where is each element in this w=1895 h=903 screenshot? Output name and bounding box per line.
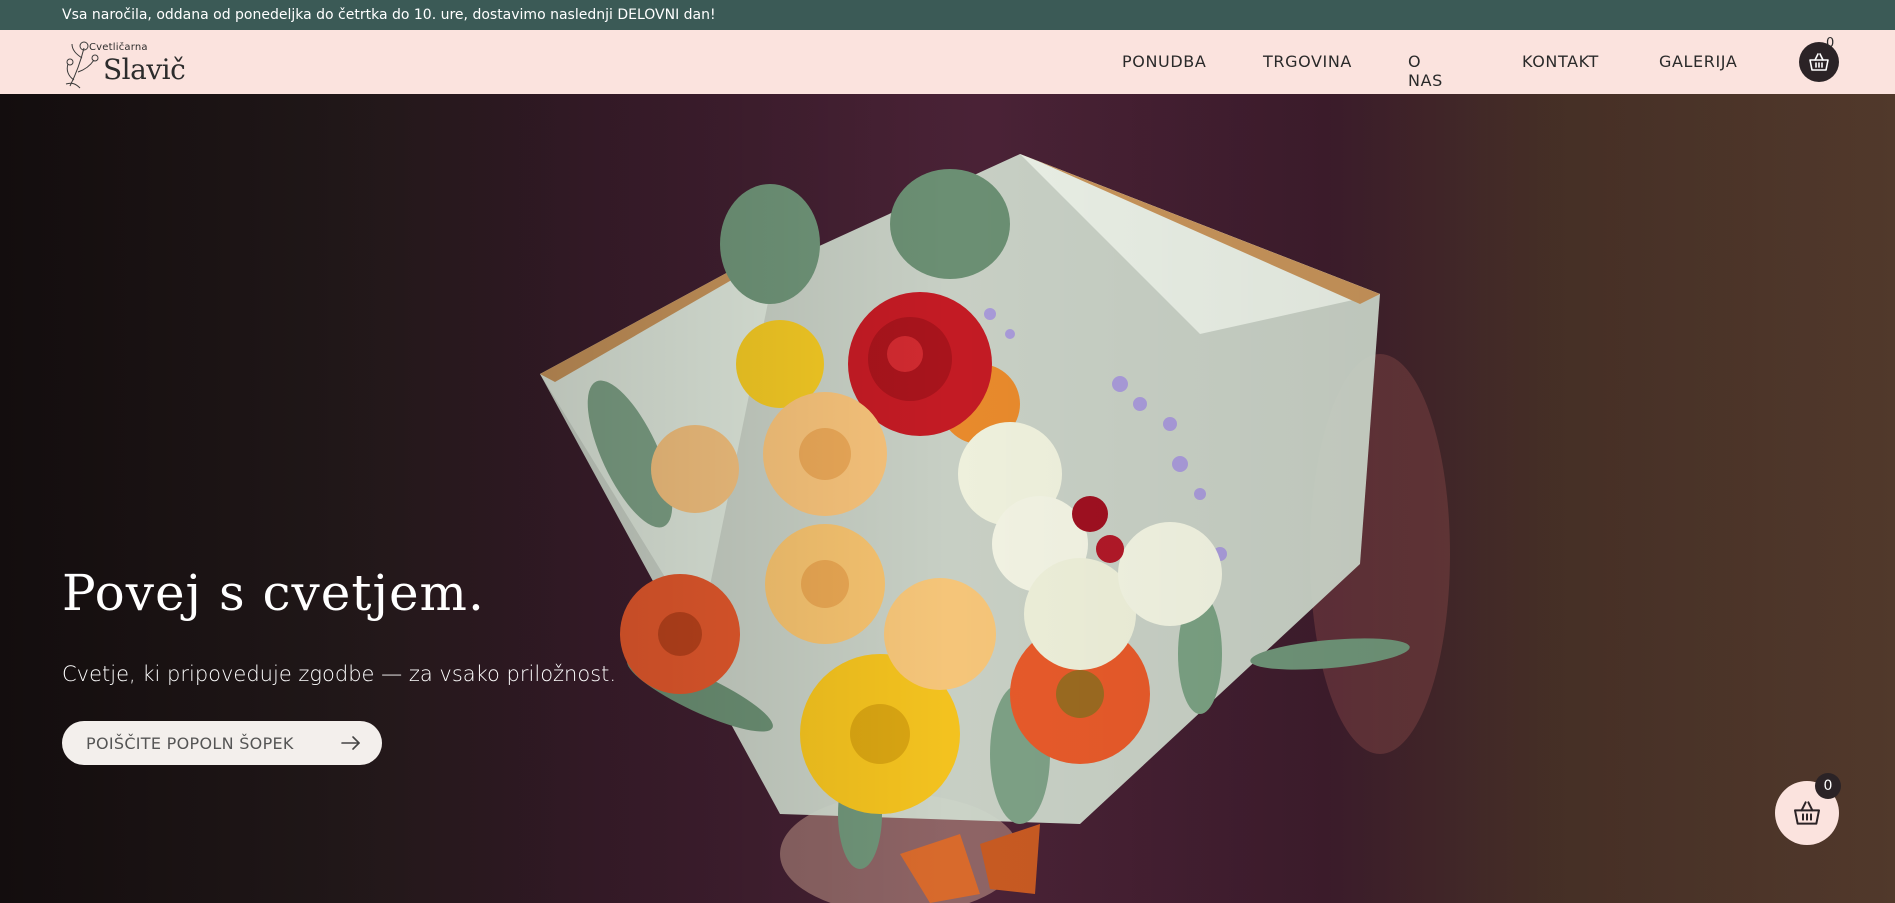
cart-count: 0 <box>1826 36 1835 51</box>
nav-item-ponudba[interactable]: PONUDBA <box>1122 52 1206 71</box>
basket-icon <box>1794 801 1820 825</box>
nav-item-o-nas[interactable]: O NAS <box>1408 52 1443 90</box>
announcement-bar: Vsa naročila, oddana od ponedeljka do če… <box>0 0 1895 30</box>
find-bouquet-button[interactable]: POIŠČITE POPOLN ŠOPEK <box>62 721 382 765</box>
announcement-text: Vsa naročila, oddana od ponedeljka do če… <box>62 7 716 23</box>
logo[interactable]: Cvetličarna Slavič <box>62 36 186 90</box>
arrow-right-icon <box>341 736 360 750</box>
basket-icon <box>1809 53 1829 71</box>
site-header: Cvetličarna Slavič PONUDBA TRGOVINA O NA… <box>0 30 1895 94</box>
logo-subtitle: Cvetličarna <box>89 42 148 53</box>
hero-subtitle: Cvetje, ki pripoveduje zgodbe — za vsako… <box>62 662 617 686</box>
nav-item-galerija[interactable]: GALERIJA <box>1659 52 1737 71</box>
nav-item-trgovina[interactable]: TRGOVINA <box>1263 52 1352 71</box>
floating-cart-count: 0 <box>1815 773 1841 799</box>
hero-title: Povej s cvetjem. <box>62 564 485 622</box>
logo-title: Slavič <box>103 53 186 86</box>
nav-item-kontakt[interactable]: KONTAKT <box>1522 52 1599 71</box>
hero-overlay <box>0 94 1895 903</box>
find-bouquet-label: POIŠČITE POPOLN ŠOPEK <box>86 734 294 753</box>
hero-section: Povej s cvetjem. <box>0 94 1895 903</box>
